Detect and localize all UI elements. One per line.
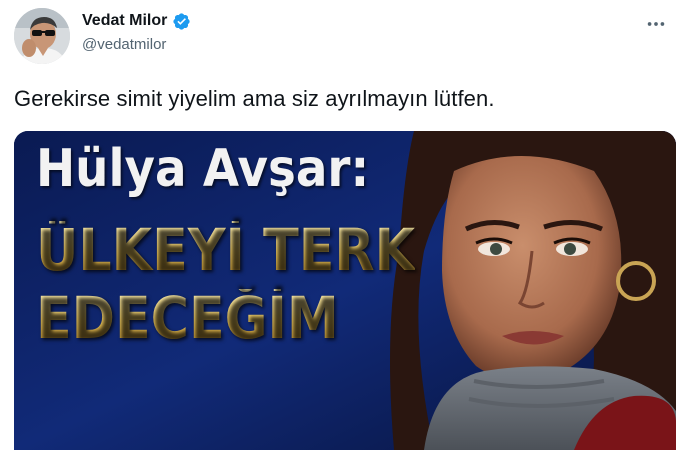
- more-horizontal-icon: [645, 13, 667, 40]
- media-headline: Hülya Avşar: ÜLKEYİ TERK EDECEĞİM: [36, 143, 415, 347]
- tweet-header: Vedat Milor @vedatmilor: [14, 8, 676, 66]
- headline-name: Hülya Avşar:: [36, 139, 370, 199]
- headline-line-1: ÜLKEYİ TERK: [36, 216, 416, 284]
- verified-badge-icon: [172, 12, 191, 31]
- tweet-media-image[interactable]: Hülya Avşar: ÜLKEYİ TERK EDECEĞİM: [14, 131, 676, 450]
- tweet-text: Gerekirse simit yiyelim ama siz ayrılmay…: [14, 86, 495, 111]
- avatar-image: [14, 8, 70, 64]
- author-handle[interactable]: @vedatmilor: [82, 36, 191, 53]
- avatar[interactable]: [14, 8, 70, 64]
- more-options-button[interactable]: [640, 14, 672, 38]
- tweet[interactable]: Vedat Milor @vedatmilor Gerekirse simit …: [0, 0, 690, 450]
- author-block: Vedat Milor @vedatmilor: [82, 10, 191, 53]
- author-display-name[interactable]: Vedat Milor: [82, 12, 167, 30]
- headline-line-2: EDECEĞİM: [36, 289, 415, 347]
